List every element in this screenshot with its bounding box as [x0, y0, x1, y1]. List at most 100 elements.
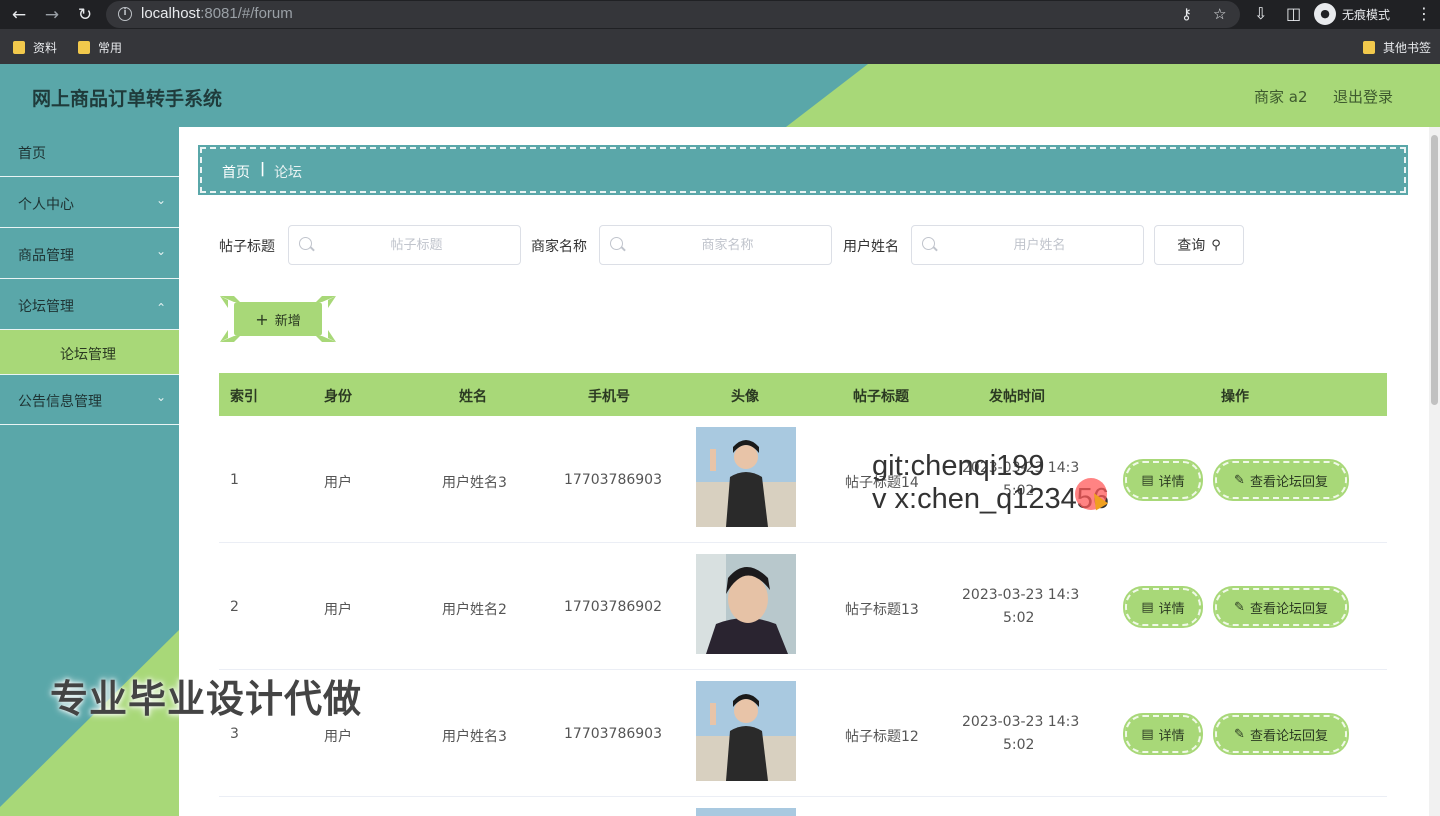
- detail-button[interactable]: ▤ 详情: [1123, 713, 1203, 755]
- column-header: 手机号: [588, 389, 630, 405]
- star-icon[interactable]: ☆: [1213, 5, 1226, 23]
- cell-index: 3: [230, 726, 239, 742]
- plus-icon: +: [255, 309, 269, 329]
- column-header: 身份: [324, 389, 352, 405]
- sidebar-item-label: 商品管理: [18, 248, 74, 264]
- scroll-thumb[interactable]: [1431, 135, 1438, 405]
- column-header: 索引: [230, 389, 258, 405]
- watermark-vx: v x:chen_q123456: [872, 483, 1110, 516]
- back-icon[interactable]: ←: [8, 4, 30, 26]
- view-reply-button[interactable]: ✎ 查看论坛回复: [1213, 713, 1349, 755]
- download-icon[interactable]: ⇩: [1254, 4, 1267, 23]
- detail-button[interactable]: ▤ 详情: [1123, 586, 1203, 628]
- cell-phone: 17703786903: [564, 472, 662, 488]
- add-button-wrap: + 新增: [220, 294, 336, 344]
- edit-icon: ✎: [1234, 726, 1245, 742]
- url-text: localhost:8081/#/forum: [141, 5, 293, 22]
- merchant-name-label: 商家名称: [531, 239, 587, 255]
- sidebar-item-label: 个人中心: [18, 197, 74, 213]
- cell-role: 用户: [324, 729, 352, 745]
- cell-time: 5:02: [1003, 610, 1035, 626]
- detail-label: 详情: [1158, 474, 1185, 490]
- user-name-input[interactable]: [942, 226, 1137, 264]
- bookmark-folder-other[interactable]: 其他书签: [1363, 39, 1431, 56]
- sidebar-item-label: 公告信息管理: [18, 394, 102, 410]
- key-icon[interactable]: ⚷: [1181, 5, 1192, 23]
- breadcrumb: 首页 | 论坛: [198, 145, 1408, 195]
- chevron-down-icon: ⌄: [156, 390, 167, 404]
- address-bar[interactable]: i localhost:8081/#/forum ⚷ ☆: [106, 1, 1240, 28]
- app-header: 网上商品订单转手系统 商家 a2 退出登录: [0, 64, 1440, 127]
- chevron-up-icon: ⌄: [156, 300, 167, 314]
- reload-icon[interactable]: ↻: [74, 4, 96, 26]
- bookmark-label: 其他书签: [1383, 41, 1432, 55]
- avatar: [696, 808, 796, 816]
- cell-post-title: 帖子标题12: [845, 729, 919, 745]
- detail-label: 详情: [1158, 728, 1185, 744]
- bookmark-label: 常用: [98, 41, 123, 55]
- cell-time: 2023-03-23 14:3: [962, 714, 1080, 730]
- sidepanel-icon[interactable]: ◫: [1286, 4, 1301, 23]
- bookmark-label: 资料: [33, 41, 58, 55]
- cell-index: 1: [230, 472, 239, 488]
- merchant-name-field[interactable]: [599, 225, 832, 265]
- column-header: 帖子标题: [853, 389, 909, 405]
- bookmark-folder-changyong[interactable]: 常用: [78, 39, 122, 56]
- sidebar-item-notice[interactable]: 公告信息管理 ⌄: [0, 375, 179, 425]
- sidebar-subitem-forum-manage[interactable]: 论坛管理: [0, 330, 179, 375]
- view-reply-button[interactable]: ✎ 查看论坛回复: [1213, 459, 1349, 501]
- watermark-contact: git:chenqi199 v x:chen_q123456: [872, 450, 1109, 517]
- menu-icon[interactable]: ⋮: [1416, 4, 1432, 23]
- logout-link[interactable]: 退出登录: [1333, 86, 1393, 107]
- sidebar-item-forum[interactable]: 论坛管理 ⌄: [0, 280, 179, 330]
- query-button[interactable]: 查询 ⚲: [1154, 225, 1244, 265]
- query-label: 查询: [1177, 238, 1206, 254]
- forward-icon[interactable]: →: [41, 4, 63, 26]
- breadcrumb-home[interactable]: 首页: [222, 162, 250, 182]
- column-header: 发帖时间: [989, 389, 1045, 405]
- merchant-name-input[interactable]: [630, 226, 825, 264]
- table-row: 3 用户 用户姓名3 17703786903 帖子标题12 2023-03-23…: [219, 670, 1387, 797]
- search-icon: [922, 237, 935, 250]
- document-icon: ▤: [1141, 726, 1154, 742]
- user-name-field[interactable]: [911, 225, 1144, 265]
- post-title-input[interactable]: [319, 226, 514, 264]
- watermark-banner: 专业毕业设计代做: [50, 677, 363, 721]
- cell-role: 用户: [324, 602, 352, 618]
- column-header: 头像: [731, 389, 759, 405]
- chevron-down-icon: ⌄: [156, 193, 167, 207]
- table-row: 2 用户 用户姓名2 17703786902 帖子标题13 2023-03-23…: [219, 543, 1387, 670]
- cell-time: 2023-03-23 14:3: [962, 587, 1080, 603]
- site-info-icon[interactable]: i: [118, 7, 132, 21]
- cell-phone: 17703786902: [564, 599, 662, 615]
- incognito-label: 无痕模式: [1342, 7, 1391, 22]
- bookmark-folder-ziliao[interactable]: 资料: [13, 39, 57, 56]
- cell-time: 5:02: [1003, 737, 1035, 753]
- cell-phone: 17703786903: [564, 726, 662, 742]
- search-icon: [610, 237, 623, 250]
- cell-role: 用户: [324, 475, 352, 491]
- document-icon: ▤: [1141, 472, 1154, 488]
- sidebar-item-home[interactable]: 首页: [0, 127, 179, 177]
- cell-name: 用户姓名2: [442, 602, 507, 618]
- view-reply-button[interactable]: ✎ 查看论坛回复: [1213, 586, 1349, 628]
- sidebar-item-goods[interactable]: 商品管理 ⌄: [0, 229, 179, 279]
- reply-label: 查看论坛回复: [1249, 474, 1328, 490]
- page-scrollbar[interactable]: [1429, 127, 1440, 816]
- detail-button[interactable]: ▤ 详情: [1123, 459, 1203, 501]
- sidebar-item-label: 首页: [18, 146, 46, 162]
- folder-icon: [78, 41, 90, 54]
- cell-index: 2: [230, 599, 239, 615]
- cell-post-title: 帖子标题13: [845, 602, 919, 618]
- app-title: 网上商品订单转手系统: [32, 88, 223, 110]
- table-header: 索引 身份 姓名 手机号 头像 帖子标题 发帖时间 操作: [219, 373, 1387, 416]
- add-button[interactable]: + 新增: [234, 302, 322, 336]
- sidebar-item-personal-center[interactable]: 个人中心 ⌄: [0, 178, 179, 228]
- avatar: [696, 554, 796, 654]
- document-icon: ▤: [1141, 599, 1154, 615]
- post-title-field[interactable]: [288, 225, 521, 265]
- watermark-git: git:chenqi199: [872, 450, 1045, 482]
- breadcrumb-separator: |: [260, 161, 266, 177]
- incognito-indicator[interactable]: ● 无痕模式: [1314, 3, 1390, 25]
- chevron-down-icon: ⌄: [156, 244, 167, 258]
